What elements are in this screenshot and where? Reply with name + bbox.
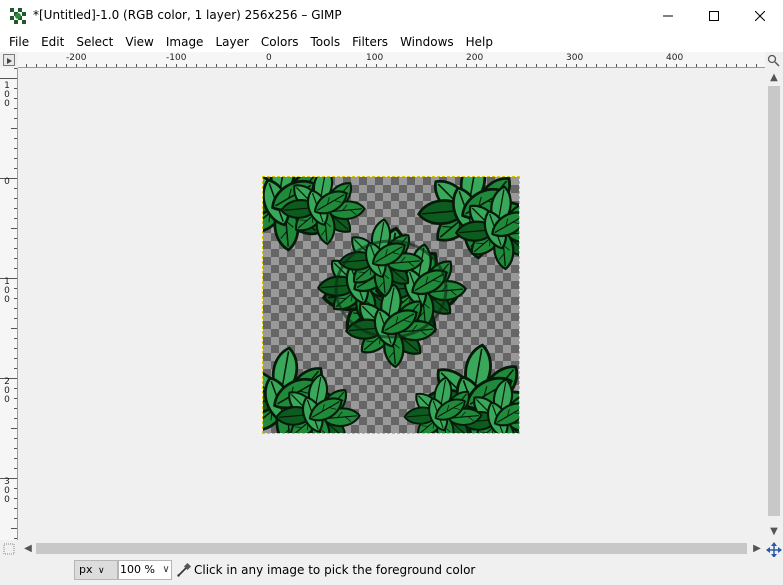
status-message: Click in any image to pick the foregroun… <box>194 563 476 577</box>
zoom-dropdown-chevron-icon[interactable]: ∨ <box>160 561 172 579</box>
hruler-label: 0 <box>266 53 272 63</box>
minimize-icon <box>663 15 673 16</box>
vertical-scrollbar[interactable]: ▲ ▼ <box>765 68 783 540</box>
menu-file[interactable]: File <box>3 32 35 52</box>
menu-tools[interactable]: Tools <box>305 32 347 52</box>
image-layer[interactable] <box>262 176 520 434</box>
scroll-up-arrow-icon[interactable]: ▲ <box>768 71 780 83</box>
status-bar: px ∨ 100 % ∨ Click in any image to pick … <box>0 557 783 585</box>
menu-help[interactable]: Help <box>460 32 499 52</box>
maximize-button[interactable] <box>691 0 737 31</box>
hruler-label: 400 <box>666 53 684 63</box>
vruler-label: 0 <box>4 177 10 187</box>
vruler-label: 200 <box>4 377 10 405</box>
hruler-label: -100 <box>166 53 187 63</box>
menu-view[interactable]: View <box>119 32 159 52</box>
dotted-corner-icon <box>3 543 15 555</box>
title-bar: *[Untitled]-1.0 (RGB color, 1 layer) 256… <box>0 0 783 31</box>
menu-layer[interactable]: Layer <box>209 32 254 52</box>
unit-selector[interactable]: px ∨ <box>74 560 118 580</box>
chevron-down-icon: ∨ <box>98 566 105 576</box>
triangle-right-icon <box>7 58 12 64</box>
window-title: *[Untitled]-1.0 (RGB color, 1 layer) 256… <box>33 8 342 22</box>
hruler-label: 200 <box>466 53 484 63</box>
gimp-app-icon <box>10 8 26 24</box>
horizontal-ruler[interactable]: -200 -100 0 100 200 300 400 <box>18 52 765 68</box>
scroll-left-arrow-icon[interactable]: ◀ <box>22 542 34 554</box>
color-picker-icon <box>177 562 192 577</box>
magnifier-icon <box>767 54 780 67</box>
four-arrows-icon <box>766 542 782 558</box>
menu-edit[interactable]: Edit <box>35 32 70 52</box>
vertical-scroll-thumb[interactable] <box>768 86 780 516</box>
hruler-label: 100 <box>366 53 384 63</box>
leaf-tile-image <box>263 177 519 433</box>
horizontal-ruler-ticks <box>26 64 757 67</box>
menu-bar: File Edit Select View Image Layer Colors… <box>0 31 783 52</box>
vruler-label: 100 <box>4 277 10 305</box>
scroll-right-arrow-icon[interactable]: ▶ <box>751 542 763 554</box>
vertical-ruler[interactable]: 100 0 100 200 300 <box>0 68 18 540</box>
menu-colors[interactable]: Colors <box>255 32 305 52</box>
menu-image[interactable]: Image <box>160 32 210 52</box>
quick-mask-toggle-button[interactable] <box>3 54 15 66</box>
menu-select[interactable]: Select <box>70 32 119 52</box>
hruler-label: -200 <box>66 53 87 63</box>
navigate-image-button[interactable] <box>766 542 782 558</box>
close-icon <box>755 10 765 21</box>
horizontal-scrollbar[interactable]: ◀ ▶ <box>18 540 765 557</box>
horizontal-scroll-thumb[interactable] <box>36 543 747 554</box>
maximize-icon <box>709 10 719 21</box>
close-button[interactable] <box>737 0 783 31</box>
hruler-label: 300 <box>566 53 584 63</box>
menu-windows[interactable]: Windows <box>394 32 460 52</box>
unit-value: px <box>79 563 93 576</box>
menu-filters[interactable]: Filters <box>346 32 394 52</box>
zoom-on-resize-button[interactable] <box>767 54 780 67</box>
minimize-button[interactable] <box>645 0 691 31</box>
scroll-down-arrow-icon[interactable]: ▼ <box>768 525 780 537</box>
vruler-label: 100 <box>4 81 10 109</box>
vruler-label: 300 <box>4 477 10 505</box>
